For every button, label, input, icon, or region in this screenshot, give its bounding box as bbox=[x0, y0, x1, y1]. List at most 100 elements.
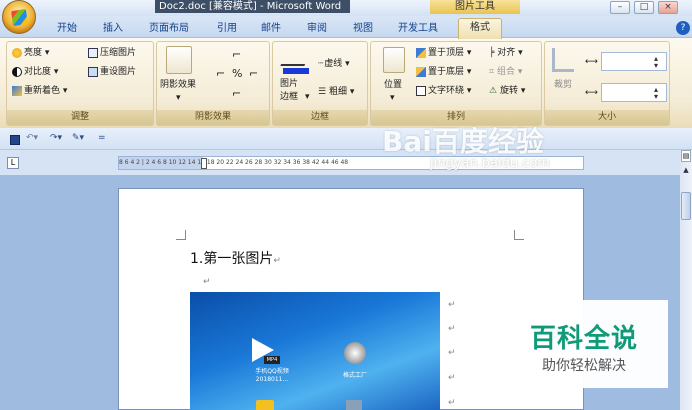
paragraph-mark: ↵ bbox=[448, 373, 456, 383]
shadow-nudge-right-icon[interactable]: ⌐ bbox=[249, 68, 258, 80]
chevron-down-icon: ▾ bbox=[390, 93, 395, 103]
heading-label: 1.第一张图片 bbox=[190, 251, 274, 267]
tab-home[interactable]: 开始 bbox=[52, 20, 82, 38]
text-wrap-icon bbox=[416, 85, 426, 96]
app-icon bbox=[346, 400, 362, 410]
tab-selector-icon[interactable]: L bbox=[7, 157, 19, 169]
picture-border-button[interactable]: 图片 bbox=[280, 78, 298, 90]
ruler-numbers: 8 6 4 2 | 2 4 6 8 10 12 14 16 18 20 22 2… bbox=[119, 159, 349, 166]
minimize-button[interactable]: – bbox=[610, 1, 630, 14]
desktop-icon-label: 格式工厂 bbox=[342, 372, 367, 379]
group-icon: ⌗ bbox=[489, 67, 497, 77]
label: 重设图片 bbox=[100, 67, 137, 77]
text-wrapping-button[interactable]: 文字环绕 ▾ bbox=[416, 85, 471, 97]
help-icon[interactable]: ? bbox=[676, 21, 690, 35]
dashes-button[interactable]: ┄ 虚线 ▾ bbox=[318, 58, 350, 70]
label: 组合 bbox=[496, 67, 515, 77]
folder-icon bbox=[256, 400, 274, 410]
office-logo-icon bbox=[11, 9, 28, 26]
tab-review[interactable]: 审阅 bbox=[302, 20, 332, 38]
baidu-jingyan-watermark: Bai百度经验 bbox=[382, 125, 544, 158]
customize-qat-icon[interactable]: = bbox=[98, 132, 106, 144]
paragraph-mark: ↵ bbox=[448, 348, 456, 358]
tab-mailings[interactable]: 邮件 bbox=[256, 20, 286, 38]
rotate-icon: ⚠ bbox=[489, 86, 500, 96]
tab-page-layout[interactable]: 页面布局 bbox=[143, 20, 195, 38]
recolor-icon bbox=[12, 85, 22, 96]
tab-insert[interactable]: 插入 bbox=[98, 20, 128, 38]
position-button[interactable]: 位置 bbox=[384, 79, 402, 91]
desktop-icon-label: 手机QQ视频 2018011... bbox=[242, 368, 302, 384]
paragraph-mark: ↵ bbox=[448, 324, 456, 334]
label: 旋转 bbox=[499, 86, 518, 96]
label: 置于底层 bbox=[428, 67, 465, 77]
spin-arrows-icon: ▴ ▾ bbox=[654, 54, 659, 70]
picture-border-label-2: 边框 bbox=[280, 92, 299, 102]
label: 对比度 bbox=[24, 67, 52, 77]
recolor-button[interactable]: 重新着色 ▾ bbox=[12, 85, 67, 97]
paragraph-mark: ↵ bbox=[203, 277, 211, 287]
format-painter-icon[interactable]: ✎▾ bbox=[72, 132, 84, 144]
label: 置于顶层 bbox=[428, 48, 465, 58]
brightness-button[interactable]: 亮度 ▾ bbox=[12, 47, 49, 59]
heading-text[interactable]: 1.第一张图片↵ bbox=[190, 248, 281, 268]
baike-quanshuo-badge: 百科全说 助你轻松解决 bbox=[500, 300, 668, 388]
shadow-nudge-down-icon[interactable]: ⌐ bbox=[232, 88, 241, 100]
tab-format[interactable]: 格式 bbox=[458, 18, 502, 39]
inserted-picture[interactable]: MP4 手机QQ视频 2018011... 格式工厂 bbox=[190, 292, 440, 410]
group-label: 调整 bbox=[7, 110, 153, 125]
label: 对齐 bbox=[497, 48, 516, 58]
contrast-button[interactable]: 对比度 ▾ bbox=[12, 66, 58, 78]
spin-arrows-icon: ▴ ▾ bbox=[654, 85, 659, 101]
indent-marker-icon[interactable] bbox=[201, 158, 207, 169]
send-to-back-button[interactable]: 置于底层 ▾ bbox=[416, 66, 471, 78]
scroll-up-icon[interactable]: ▲ bbox=[681, 166, 691, 176]
rotate-button[interactable]: ⚠ 旋转 ▾ bbox=[489, 85, 525, 97]
tab-references[interactable]: 引用 bbox=[212, 20, 242, 38]
width-icon: ⟷ bbox=[585, 88, 598, 98]
group-button[interactable]: ⌗ 组合 ▾ bbox=[489, 66, 522, 78]
height-icon: ⟷ bbox=[585, 57, 598, 67]
label: 压缩图片 bbox=[100, 48, 137, 58]
shadow-nudge-up-icon[interactable]: ⌐ bbox=[232, 49, 241, 61]
compress-icon bbox=[88, 47, 98, 58]
shadow-nudge-left-icon[interactable]: ⌐ bbox=[216, 68, 225, 80]
reset-picture-icon bbox=[88, 66, 98, 77]
undo-icon[interactable]: ↶▾ bbox=[26, 132, 38, 144]
group-label: 边框 bbox=[273, 110, 367, 125]
close-button[interactable]: × bbox=[658, 1, 678, 14]
margin-corner-right bbox=[514, 230, 524, 240]
mp4-badge-icon: MP4 bbox=[264, 356, 280, 364]
scroll-thumb[interactable] bbox=[681, 192, 691, 220]
save-icon[interactable] bbox=[10, 135, 20, 145]
group-label: 阴影效果 bbox=[157, 110, 269, 125]
shadow-toggle-icon[interactable]: % bbox=[232, 68, 242, 80]
compress-pictures-button[interactable]: 压缩图片 bbox=[88, 47, 136, 59]
watermark-url: jingyan.baidu.com bbox=[430, 156, 550, 171]
vertical-scrollbar[interactable]: ▤ ▲ bbox=[680, 150, 692, 410]
position-icon bbox=[383, 47, 405, 73]
height-input[interactable]: ▴ ▾ bbox=[601, 52, 667, 71]
width-input[interactable]: ▴ ▾ bbox=[601, 83, 667, 102]
reset-picture-button[interactable]: 重设图片 bbox=[88, 66, 136, 78]
tab-developer[interactable]: 开发工具 bbox=[392, 20, 444, 38]
border-color-swatch bbox=[283, 68, 309, 74]
paragraph-mark: ↵ bbox=[448, 398, 456, 408]
shadow-effects-icon bbox=[166, 46, 192, 74]
weight-button[interactable]: ☰ 粗细 ▾ bbox=[318, 86, 354, 98]
align-button[interactable]: ╞ 对齐 ▾ bbox=[489, 47, 523, 59]
label: 2018011... bbox=[255, 376, 289, 383]
margin-corner-left bbox=[176, 230, 186, 240]
window-title: Doc2.doc [兼容模式] - Microsoft Word bbox=[155, 0, 350, 13]
shadow-effects-button[interactable]: 阴影效果 bbox=[160, 79, 196, 91]
bring-to-front-button[interactable]: 置于顶层 ▾ bbox=[416, 47, 471, 59]
ruler-toggle-icon[interactable]: ▤ bbox=[681, 150, 691, 162]
redo-icon[interactable]: ↷▾ bbox=[50, 132, 62, 144]
crop-button[interactable]: 裁剪 bbox=[554, 79, 572, 91]
group-label: 大小 bbox=[545, 110, 669, 125]
format-factory-icon bbox=[344, 342, 366, 364]
tab-view[interactable]: 视图 bbox=[348, 20, 378, 38]
office-button[interactable] bbox=[2, 0, 36, 34]
maximize-button[interactable]: □ bbox=[634, 1, 654, 14]
weight-icon: ☰ bbox=[318, 87, 329, 97]
